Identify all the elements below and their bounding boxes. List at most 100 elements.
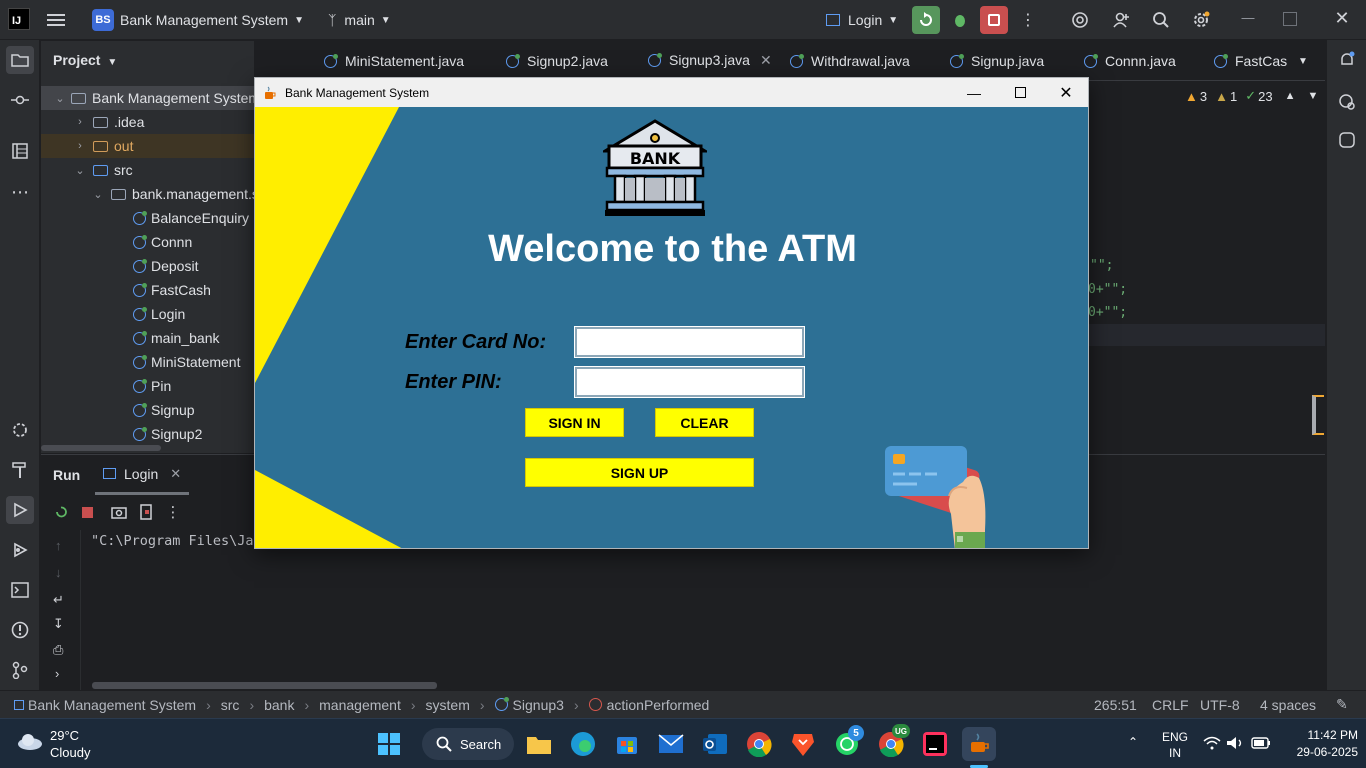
build-hammer-icon[interactable] xyxy=(6,456,34,484)
outlook-icon[interactable] xyxy=(700,729,730,759)
volume-icon[interactable] xyxy=(1226,736,1244,753)
rerun-button[interactable] xyxy=(912,6,940,34)
close-icon[interactable]: ✕ xyxy=(760,52,772,69)
pin-input[interactable] xyxy=(574,366,805,398)
card-number-input[interactable] xyxy=(574,326,805,358)
chrome-icon[interactable] xyxy=(744,729,774,759)
ms-store-icon[interactable] xyxy=(612,729,642,759)
run-tool-icon[interactable] xyxy=(6,496,34,524)
weather-temp[interactable]: 29°C xyxy=(50,728,79,743)
windows-start-icon[interactable] xyxy=(374,729,404,759)
tree-item-class[interactable]: MiniStatement xyxy=(41,350,254,374)
mail-icon[interactable] xyxy=(656,729,686,759)
clear-button[interactable]: CLEAR xyxy=(655,408,754,437)
close-icon[interactable]: ✕ xyxy=(1332,8,1352,28)
arrow-up-icon[interactable]: ↑ xyxy=(55,538,62,553)
tree-item-class[interactable]: FastCash xyxy=(41,278,254,302)
more-actions-icon[interactable]: ⋮ xyxy=(1014,6,1042,34)
indent-setting[interactable]: 4 spaces xyxy=(1260,697,1316,713)
soft-wrap-icon[interactable]: ↵ xyxy=(53,592,64,608)
terminal-icon[interactable] xyxy=(6,576,34,604)
commit-icon[interactable] xyxy=(6,86,34,114)
battery-icon[interactable] xyxy=(1251,737,1271,752)
chevron-right-icon[interactable]: › xyxy=(55,666,59,681)
project-selector[interactable]: BS Bank Management System ▼ xyxy=(92,0,304,40)
whatsapp-icon[interactable]: 5 xyxy=(832,725,864,759)
ai-assistant-icon[interactable] xyxy=(1066,6,1094,34)
tree-item-out[interactable]: › out xyxy=(41,134,254,158)
tree-item-class[interactable]: Login xyxy=(41,302,254,326)
edge-browser-icon[interactable] xyxy=(568,729,598,759)
stop-icon[interactable] xyxy=(73,498,101,526)
maximize-icon[interactable] xyxy=(1283,12,1297,26)
sign-up-button[interactable]: SIGN UP xyxy=(525,458,754,487)
file-explorer-icon[interactable] xyxy=(524,729,554,759)
project-pane-title[interactable]: Project ▼ xyxy=(53,52,117,68)
main-menu-icon[interactable] xyxy=(46,0,66,40)
exit-icon[interactable] xyxy=(133,498,161,526)
breadcrumb-item[interactable]: actionPerformed xyxy=(607,697,710,713)
stop-button[interactable] xyxy=(980,6,1008,34)
line-separator[interactable]: CRLF xyxy=(1152,697,1189,713)
breadcrumb-item[interactable]: Bank Management System xyxy=(28,697,196,713)
file-encoding[interactable]: UTF-8 xyxy=(1200,697,1240,713)
camera-icon[interactable] xyxy=(105,498,133,526)
lock-icon[interactable]: ✎ xyxy=(1336,696,1348,713)
minimize-icon[interactable]: — xyxy=(1236,10,1260,30)
tree-item-class[interactable]: Connn xyxy=(41,230,254,254)
services-icon[interactable] xyxy=(6,416,34,444)
settings-gear-icon[interactable] xyxy=(1187,6,1215,34)
rerun-icon[interactable] xyxy=(47,498,75,526)
chevron-up-icon[interactable]: ▲ xyxy=(1285,90,1296,102)
chevron-up-icon[interactable]: ⌃ xyxy=(1128,735,1138,749)
brave-browser-icon[interactable] xyxy=(788,729,818,759)
tree-item-class[interactable]: Signup xyxy=(41,398,254,422)
intellij-logo-icon[interactable]: IJ xyxy=(8,8,30,30)
tabs-overflow-chevron-icon[interactable]: ▼ xyxy=(1298,41,1308,81)
tree-item-class[interactable]: main_bank xyxy=(41,326,254,350)
run-tab-login[interactable]: Login ✕ xyxy=(95,455,190,495)
python-console-icon[interactable] xyxy=(1333,126,1361,154)
tree-item-package[interactable]: ⌄ bank.management.system xyxy=(41,182,254,206)
java-app-taskbar-icon[interactable] xyxy=(962,727,996,761)
more-tools-icon[interactable]: ⋯ xyxy=(6,178,34,206)
tab-ministatement[interactable]: MiniStatement.java xyxy=(324,41,464,81)
project-folder-icon[interactable] xyxy=(6,46,34,74)
tab-withdrawal[interactable]: Withdrawal.java xyxy=(790,41,910,81)
close-icon[interactable]: ✕ xyxy=(170,466,181,482)
ai-chat-icon[interactable] xyxy=(1333,88,1361,116)
tree-item-class[interactable]: Pin xyxy=(41,374,254,398)
window-titlebar[interactable]: Bank Management System — ✕ xyxy=(255,78,1088,107)
tree-item-idea[interactable]: › .idea xyxy=(41,110,254,134)
debug-tool-icon[interactable] xyxy=(6,536,34,564)
console-horizontal-scrollbar[interactable] xyxy=(92,682,437,689)
structure-icon[interactable] xyxy=(6,137,34,165)
minimize-icon[interactable]: — xyxy=(951,78,997,107)
sign-in-button[interactable]: SIGN IN xyxy=(525,408,624,437)
inspection-widget[interactable]: ▲ 3 ▲ 1 ✓ 23 ▲ ▼ xyxy=(1185,87,1318,105)
scroll-marker[interactable] xyxy=(1312,395,1324,435)
search-icon[interactable] xyxy=(1147,6,1175,34)
tree-item-class[interactable]: Deposit xyxy=(41,254,254,278)
tab-signup[interactable]: Signup.java xyxy=(950,41,1044,81)
chevron-down-icon[interactable]: ▼ xyxy=(1307,90,1318,102)
chrome-profile-icon[interactable]: UG xyxy=(876,724,910,759)
tab-signup3[interactable]: Signup3.java ✕ xyxy=(648,41,772,81)
tab-connn[interactable]: Connn.java xyxy=(1084,41,1176,81)
tab-fastcash[interactable]: FastCas xyxy=(1214,41,1287,81)
scroll-to-end-icon[interactable]: ↧ xyxy=(53,616,64,632)
tree-item-class[interactable]: BalanceEnquiry xyxy=(41,206,254,230)
debug-icon[interactable] xyxy=(946,6,974,34)
notifications-bell-icon[interactable] xyxy=(1333,46,1361,74)
breadcrumb-item[interactable]: system xyxy=(426,697,470,713)
tab-signup2[interactable]: Signup2.java xyxy=(506,41,608,81)
close-icon[interactable]: ✕ xyxy=(1043,78,1088,107)
problems-icon[interactable] xyxy=(6,616,34,644)
tree-item-src[interactable]: ⌄ src xyxy=(41,158,254,182)
arrow-down-icon[interactable]: ↓ xyxy=(55,565,62,580)
git-icon[interactable] xyxy=(6,656,34,684)
breadcrumb-item[interactable]: management xyxy=(319,697,401,713)
maximize-icon[interactable] xyxy=(997,78,1043,107)
print-icon[interactable]: ⎙ xyxy=(53,642,63,658)
wifi-icon[interactable] xyxy=(1203,736,1221,753)
